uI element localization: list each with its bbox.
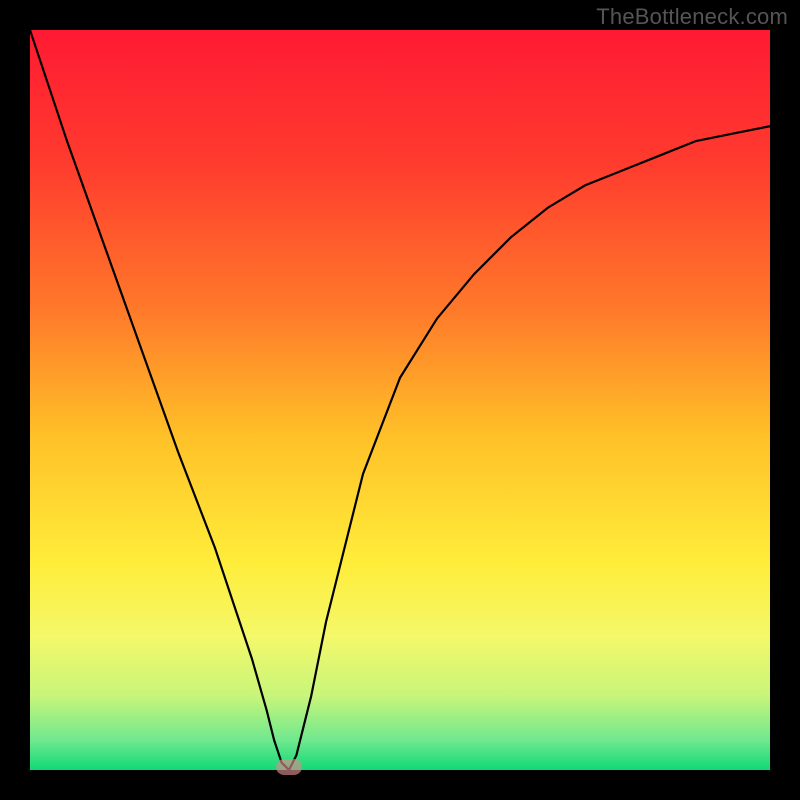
optimal-point-marker xyxy=(276,759,302,775)
chart-frame: TheBottleneck.com xyxy=(0,0,800,800)
chart-svg xyxy=(30,30,770,770)
plot-area xyxy=(30,30,770,770)
watermark-text: TheBottleneck.com xyxy=(596,4,788,30)
gradient-background xyxy=(30,30,770,770)
